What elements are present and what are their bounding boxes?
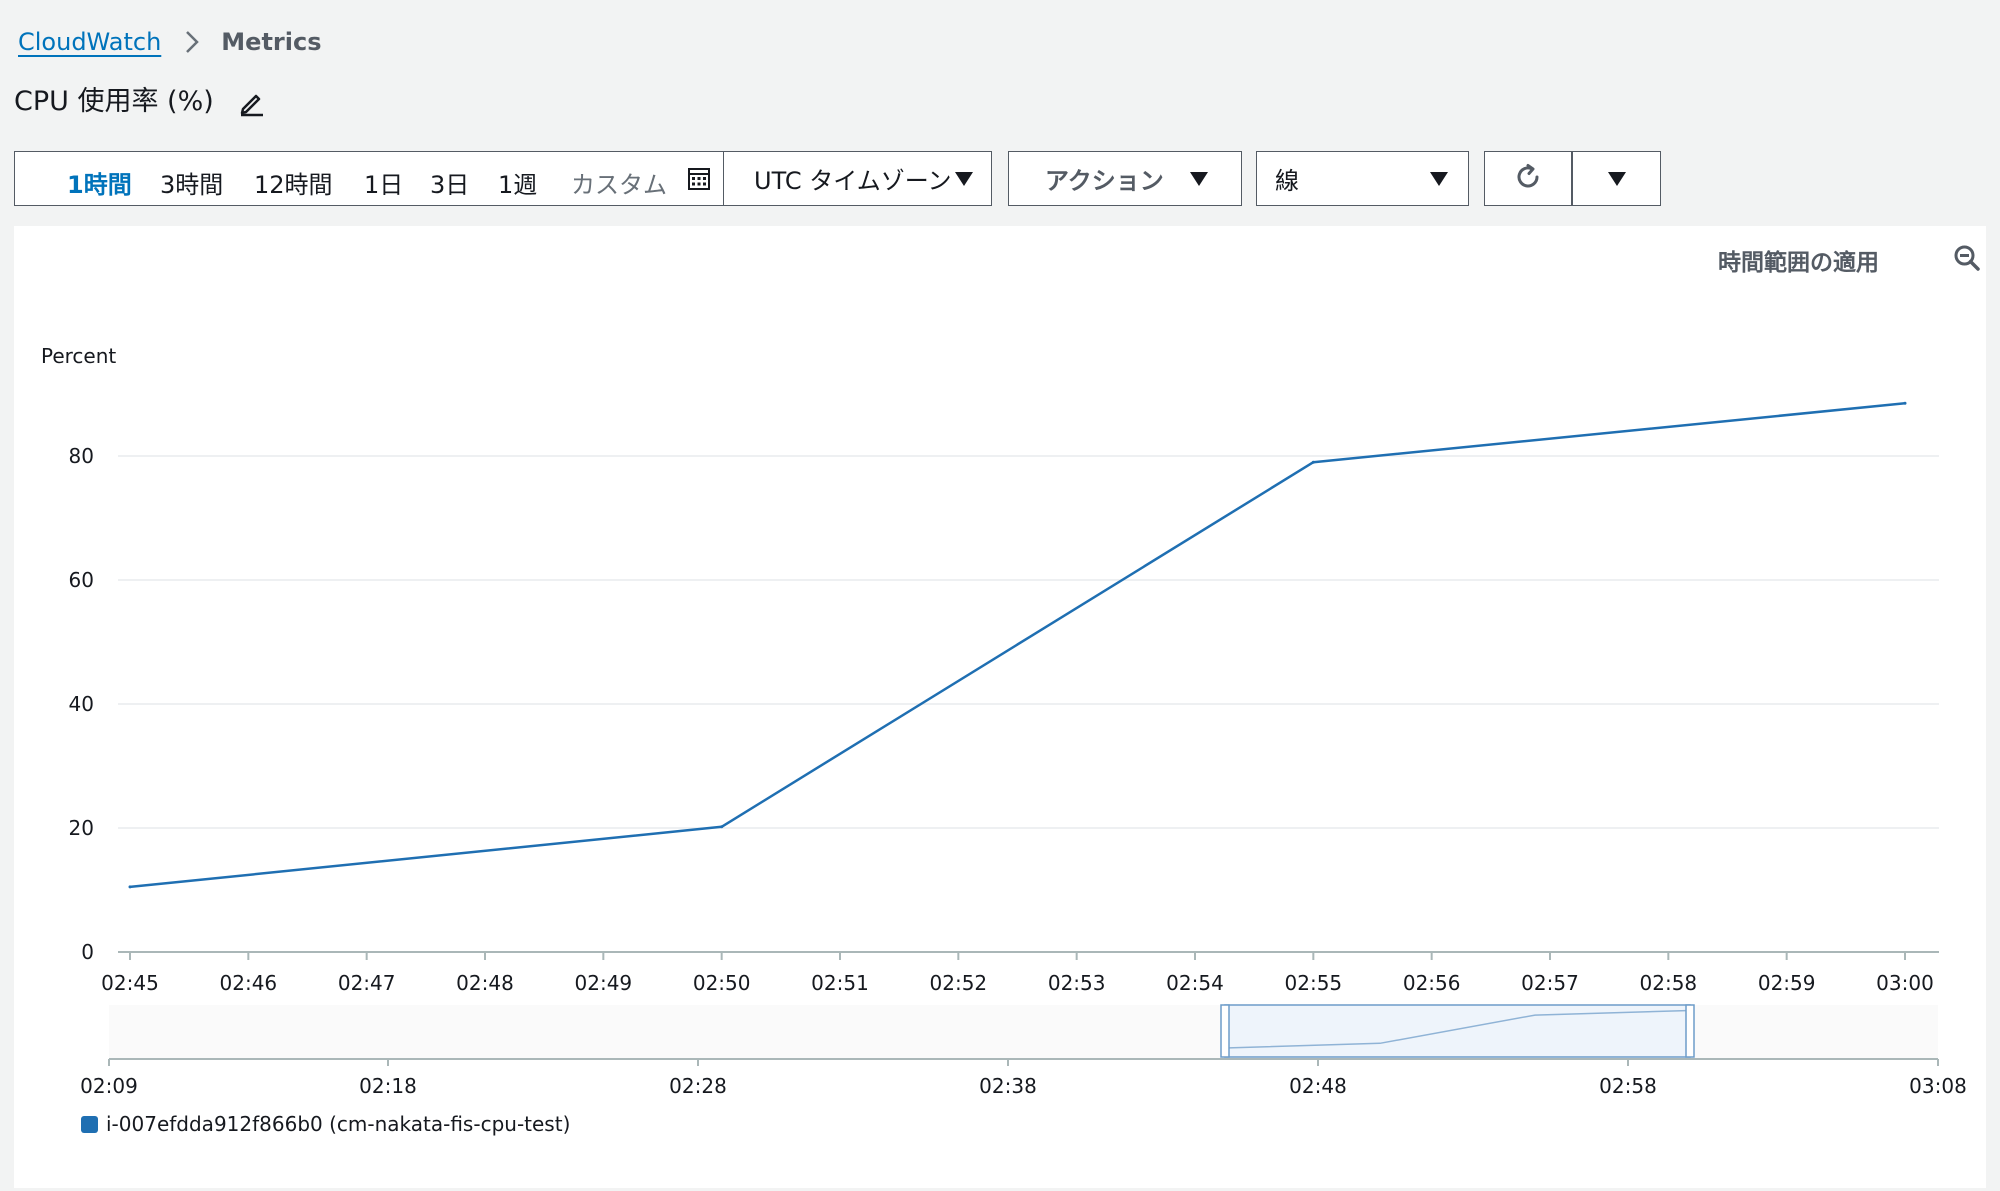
legend-swatch bbox=[81, 1115, 98, 1133]
timezone-select[interactable]: UTC タイムゾーン bbox=[724, 152, 992, 205]
range-1h[interactable]: 1時間 bbox=[67, 165, 132, 200]
range-custom[interactable]: カスタム bbox=[571, 165, 667, 200]
overview-handle-left[interactable] bbox=[1220, 1004, 1230, 1058]
range-1w[interactable]: 1週 bbox=[498, 165, 537, 200]
overview-tick-label: 02:48 bbox=[1289, 1074, 1347, 1098]
x-tick-label: 02:56 bbox=[1403, 971, 1461, 995]
calendar-icon[interactable] bbox=[687, 167, 711, 195]
x-tick-label: 02:57 bbox=[1521, 971, 1579, 995]
actions-button[interactable]: アクション bbox=[1008, 151, 1242, 206]
refresh-interval-dropdown[interactable] bbox=[1572, 151, 1661, 206]
range-1d[interactable]: 1日 bbox=[364, 165, 403, 200]
title-row: CPU 使用率 (%) bbox=[14, 78, 266, 118]
range-12h[interactable]: 12時間 bbox=[254, 165, 333, 200]
data-point bbox=[128, 885, 132, 889]
x-tick-label: 02:53 bbox=[1048, 971, 1106, 995]
y-tick-label: 40 bbox=[69, 692, 94, 716]
caret-down-icon bbox=[955, 172, 973, 186]
x-tick-label: 02:45 bbox=[101, 971, 159, 995]
x-tick-label: 02:52 bbox=[930, 971, 988, 995]
range-3h[interactable]: 3時間 bbox=[160, 165, 223, 200]
caret-down-icon bbox=[1190, 172, 1208, 186]
x-tick-label: 02:49 bbox=[575, 971, 633, 995]
x-tick-label: 02:59 bbox=[1758, 971, 1816, 995]
time-range-selector: 1時間 3時間 12時間 1日 3日 1週 カスタム UTC タイムゾーン bbox=[14, 151, 992, 206]
y-tick-label: 0 bbox=[81, 940, 94, 964]
breadcrumb-cloudwatch-link[interactable]: CloudWatch bbox=[18, 28, 161, 56]
breadcrumb: CloudWatch Metrics bbox=[18, 24, 322, 60]
data-point bbox=[1311, 460, 1315, 464]
chevron-right-icon bbox=[185, 30, 200, 54]
x-tick-label: 02:46 bbox=[220, 971, 278, 995]
refresh-button[interactable] bbox=[1484, 151, 1572, 206]
caret-down-icon bbox=[1430, 172, 1448, 186]
graph-panel: 時間範囲の適用 Percent 0 20 40 60 80 02:45 02:46 02:47 0… bbox=[14, 226, 1986, 1188]
overview-handle-right[interactable] bbox=[1685, 1004, 1695, 1058]
y-tick-label: 20 bbox=[69, 816, 94, 840]
range-3d[interactable]: 3日 bbox=[430, 165, 469, 200]
x-tick-label: 02:51 bbox=[811, 971, 869, 995]
y-tick-label: 60 bbox=[69, 568, 94, 592]
series-line bbox=[129, 402, 1906, 889]
overview-tick-label: 02:09 bbox=[80, 1074, 138, 1098]
data-point bbox=[1903, 401, 1907, 405]
pencil-icon[interactable] bbox=[238, 89, 266, 121]
x-tick-label: 02:47 bbox=[338, 971, 396, 995]
refresh-icon bbox=[1513, 162, 1543, 196]
line-type-select[interactable]: 線 bbox=[1256, 151, 1469, 206]
caret-down-icon bbox=[1608, 172, 1626, 186]
overview-tick-label: 02:28 bbox=[669, 1074, 727, 1098]
page-title: CPU 使用率 (%) bbox=[14, 85, 214, 117]
x-tick-label: 02:55 bbox=[1285, 971, 1343, 995]
overview-tick-label: 02:38 bbox=[979, 1074, 1037, 1098]
overview-tick-label: 02:58 bbox=[1599, 1074, 1657, 1098]
x-tick-label: 02:54 bbox=[1166, 971, 1224, 995]
x-tick-label: 03:00 bbox=[1876, 971, 1934, 995]
legend-label[interactable]: i-007efdda912f866b0 (cm-nakata-fis-cpu-t… bbox=[106, 1112, 570, 1136]
y-axis-label: Percent bbox=[41, 344, 116, 368]
y-tick-label: 80 bbox=[69, 444, 94, 468]
x-tick-label: 02:58 bbox=[1640, 971, 1698, 995]
line-chart: Percent 0 20 40 60 80 02:45 02:46 02:47 02:48 02:4… bbox=[41, 344, 1967, 1098]
chart-legend: i-007efdda912f866b0 (cm-nakata-fis-cpu-t… bbox=[81, 1112, 570, 1136]
data-point bbox=[720, 825, 724, 829]
breadcrumb-current: Metrics bbox=[221, 28, 322, 56]
overview-tick-label: 02:18 bbox=[359, 1074, 417, 1098]
line-type-label: 線 bbox=[1275, 167, 1299, 195]
x-tick-label: 02:50 bbox=[693, 971, 751, 995]
overview-tick-label: 03:08 bbox=[1909, 1074, 1967, 1098]
actions-label: アクション bbox=[1045, 167, 1164, 195]
x-tick-label: 02:48 bbox=[456, 971, 514, 995]
timezone-label: UTC タイムゾーン bbox=[754, 167, 952, 195]
